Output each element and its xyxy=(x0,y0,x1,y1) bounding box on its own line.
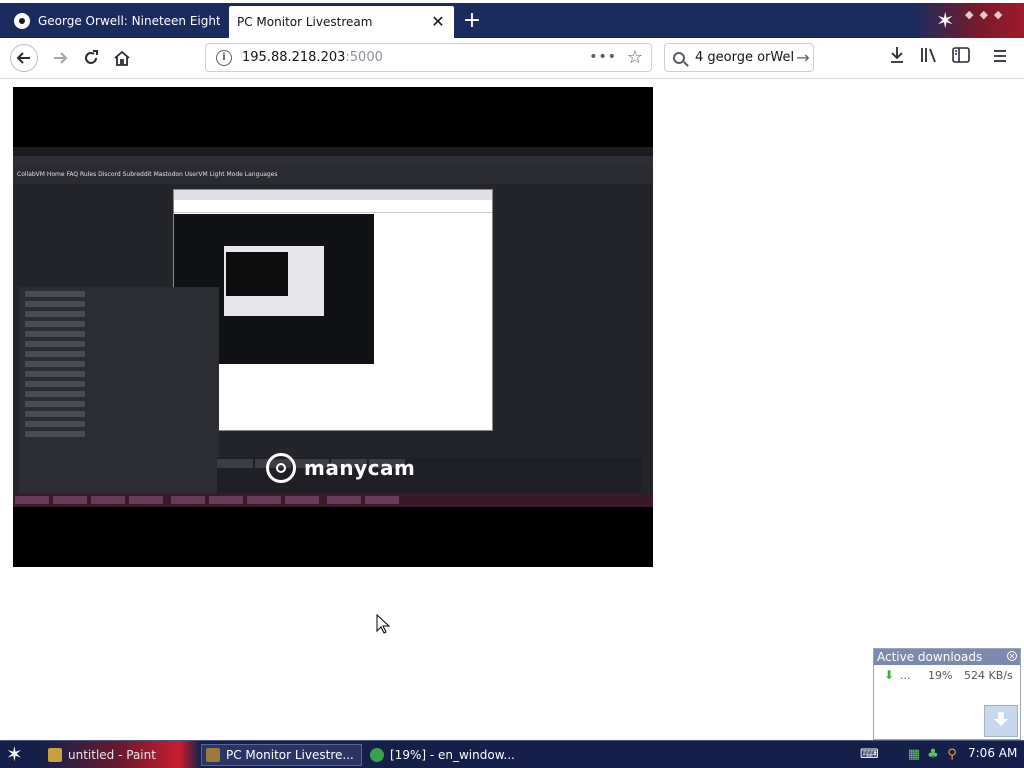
page-actions-icon[interactable]: ••• xyxy=(589,49,617,65)
home-button[interactable] xyxy=(108,44,136,72)
tab-title: PC Monitor Livestream xyxy=(237,15,373,29)
close-tab-icon[interactable]: ✕ xyxy=(430,14,446,30)
search-input[interactable]: 4 george orWell xyxy=(695,50,793,65)
home-icon xyxy=(114,50,130,66)
window-controls-icon[interactable]: ◆◆◆ xyxy=(965,8,1008,21)
download-item[interactable]: ⬇ ... 19% 524 KB/s xyxy=(874,665,1020,685)
arrow-right-icon xyxy=(54,52,68,64)
sidebar-icon xyxy=(952,47,970,63)
vm-browser-tabs xyxy=(13,147,653,156)
downloads-button[interactable] xyxy=(885,46,909,70)
page-content: CollabVM Home FAQ Rules Discord Subreddi… xyxy=(0,79,1024,740)
browser-icon xyxy=(206,748,220,762)
start-button[interactable]: ✶ xyxy=(6,744,23,764)
hamburger-menu-icon xyxy=(994,50,1006,62)
library-button[interactable] xyxy=(917,46,941,70)
taskbar-item-label: [19%] - en_window... xyxy=(390,748,515,762)
livestream-video[interactable]: CollabVM Home FAQ Rules Discord Subreddi… xyxy=(13,87,653,567)
bookmark-star-icon[interactable]: ☆ xyxy=(627,47,643,68)
new-tab-button[interactable]: + xyxy=(460,8,484,34)
os-taskbar: ✶ untitled - Paint PC Monitor Livestre..… xyxy=(0,740,1024,768)
download-name: ... xyxy=(900,668,911,682)
download-client-icon xyxy=(370,748,384,762)
download-percent: 19% xyxy=(928,668,953,682)
manycam-watermark: manycam xyxy=(266,453,415,483)
site-info-icon[interactable]: i xyxy=(216,49,232,66)
star-icon: ✶ xyxy=(936,9,955,34)
tab-george-orwell[interactable]: George Orwell: Nineteen Eighty-Four xyxy=(6,6,228,36)
mouse-cursor-icon xyxy=(376,614,390,634)
library-icon xyxy=(921,48,936,63)
url-bar[interactable]: i 195.88.218.203:5000 ••• ☆ xyxy=(205,43,652,72)
url-host: 195.88.218.203 xyxy=(242,50,346,65)
download-speed: 524 KB/s xyxy=(964,668,1013,682)
manycam-wordmark: manycam xyxy=(304,456,416,480)
tab-title: George Orwell: Nineteen Eighty-Four xyxy=(38,14,220,28)
clock[interactable]: 7:06 AM xyxy=(968,746,1017,760)
taskbar-item-paint[interactable]: untitled - Paint xyxy=(44,744,194,766)
back-button[interactable] xyxy=(10,44,38,72)
menu-button[interactable] xyxy=(988,46,1012,70)
taskbar-item-download[interactable]: [19%] - en_window... xyxy=(366,744,536,766)
download-icon xyxy=(891,47,903,63)
tab-pc-monitor-livestream[interactable]: PC Monitor Livestream ✕ xyxy=(229,6,454,38)
downloads-header: Active downloads ✕ xyxy=(874,649,1020,665)
arrow-left-icon xyxy=(16,52,30,64)
search-icon xyxy=(673,51,685,64)
search-tray-icon[interactable]: ⚲ xyxy=(944,747,960,763)
vm-site-header: CollabVM Home FAQ Rules Discord Subreddi… xyxy=(13,166,653,184)
download-arrow-icon: ⬇ xyxy=(884,668,895,682)
keyboard-icon[interactable]: ⌨ xyxy=(860,747,879,763)
taskbar-item-browser[interactable]: PC Monitor Livestre... xyxy=(201,744,362,766)
close-icon[interactable]: ✕ xyxy=(1007,651,1017,661)
tab-strip: George Orwell: Nineteen Eighty-Four PC M… xyxy=(0,0,1024,40)
reload-button[interactable] xyxy=(77,44,105,72)
search-go-icon[interactable]: → xyxy=(793,48,813,67)
search-bar[interactable]: 4 george orWell → xyxy=(664,43,814,72)
forward-button[interactable] xyxy=(46,44,74,72)
vm-address-bar xyxy=(13,156,653,166)
download-manager-icon[interactable] xyxy=(984,705,1018,737)
url-port: :5000 xyxy=(345,50,383,65)
vm-nested-browser xyxy=(173,189,493,431)
reload-icon xyxy=(85,50,98,64)
network-icon[interactable]: ▦ xyxy=(906,747,922,763)
vm-start-menu xyxy=(19,287,219,497)
vm-taskbar xyxy=(13,493,653,507)
tab-favicon-icon xyxy=(14,13,30,29)
sidebar-button[interactable] xyxy=(949,46,973,70)
taskbar-item-label: PC Monitor Livestre... xyxy=(226,748,354,762)
manycam-logo-icon xyxy=(266,453,296,483)
navigation-toolbar: i 195.88.218.203:5000 ••• ☆ 4 george orW… xyxy=(0,38,1024,79)
downloads-title: Active downloads xyxy=(877,650,983,664)
paint-icon xyxy=(48,748,62,762)
tray-app-icon[interactable]: ♣ xyxy=(925,747,941,763)
taskbar-item-label: untitled - Paint xyxy=(68,748,156,762)
active-downloads-popup: Active downloads ✕ ⬇ ... 19% 524 KB/s xyxy=(873,648,1021,740)
